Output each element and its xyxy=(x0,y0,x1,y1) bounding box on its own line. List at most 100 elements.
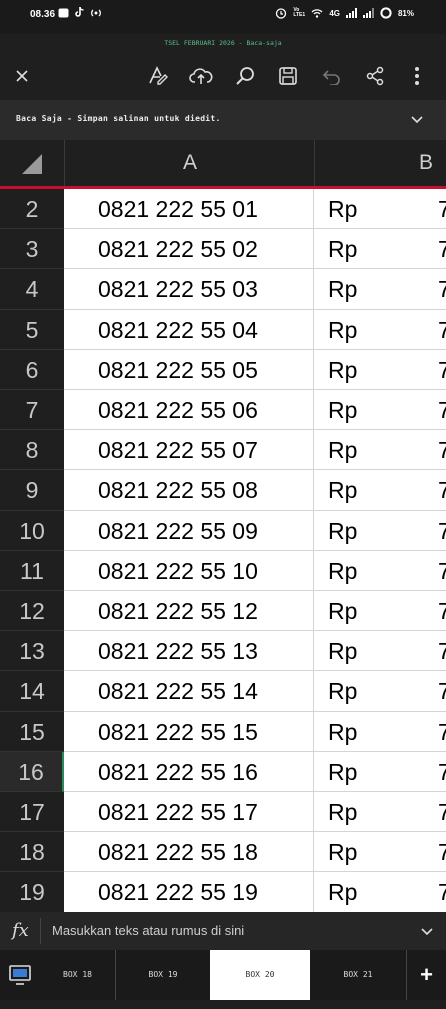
cell-a[interactable]: 0821 222 55 04 xyxy=(64,309,314,350)
table-row: 13 0821 222 55 13 Rp 7 xyxy=(0,631,446,672)
table-row: 12 0821 222 55 12 Rp 7 xyxy=(0,591,446,632)
cell-b[interactable]: Rp 7 xyxy=(314,430,446,471)
cell-b-value-clipped: 7 xyxy=(438,437,446,464)
cell-b[interactable]: Rp 7 xyxy=(314,792,446,833)
cell-a[interactable]: 0821 222 55 10 xyxy=(64,550,314,591)
cell-a[interactable]: 0821 222 55 03 xyxy=(64,269,314,310)
row-header[interactable]: 6 xyxy=(0,349,64,390)
cell-b-value-clipped: 7 xyxy=(438,477,446,504)
cell-b-value-clipped: 7 xyxy=(438,718,446,745)
cell-a[interactable]: 0821 222 55 19 xyxy=(64,872,314,912)
sheet-tab-box-21[interactable]: BOX 21 xyxy=(310,950,406,1000)
cell-a[interactable]: 0821 222 55 18 xyxy=(64,832,314,873)
cell-b-currency: Rp xyxy=(328,397,358,423)
cell-b[interactable]: Rp 7 xyxy=(314,510,446,551)
volte-label: Vo LTE1 xyxy=(293,7,306,18)
cell-b[interactable]: Rp 7 xyxy=(314,550,446,591)
row-header[interactable]: 8 xyxy=(0,430,64,471)
column-header-bar: A B xyxy=(0,140,446,189)
row-header[interactable]: 13 xyxy=(0,631,64,672)
search-icon[interactable] xyxy=(233,64,257,88)
cell-a[interactable]: 0821 222 55 02 xyxy=(64,229,314,270)
cell-b[interactable]: Rp 7 xyxy=(314,671,446,712)
cell-b[interactable]: Rp 7 xyxy=(314,309,446,350)
cell-a[interactable]: 0821 222 55 08 xyxy=(64,470,314,511)
cell-a[interactable]: 0821 222 55 17 xyxy=(64,792,314,833)
status-time: 08.36 xyxy=(30,9,56,20)
row-header[interactable]: 15 xyxy=(0,711,64,752)
column-header-b[interactable]: B xyxy=(314,140,446,186)
row-header[interactable]: 14 xyxy=(0,671,64,712)
share-icon[interactable] xyxy=(363,64,387,88)
cell-b[interactable]: Rp 7 xyxy=(314,751,446,792)
chevron-down-icon[interactable] xyxy=(420,924,434,943)
cell-b[interactable]: Rp 7 xyxy=(314,229,446,270)
cell-b[interactable]: Rp 7 xyxy=(314,832,446,873)
cell-a[interactable]: 0821 222 55 14 xyxy=(64,671,314,712)
cell-b[interactable]: Rp 7 xyxy=(314,189,446,230)
column-header-a[interactable]: A xyxy=(64,140,315,186)
cell-b-value-clipped: 7 xyxy=(438,356,446,383)
row-header[interactable]: 18 xyxy=(0,832,64,873)
row-header[interactable]: 17 xyxy=(0,792,64,833)
cell-b-value-clipped: 7 xyxy=(438,758,446,785)
row-header[interactable]: 3 xyxy=(0,229,64,270)
cell-b[interactable]: Rp 7 xyxy=(314,269,446,310)
formula-input[interactable]: Masukkan teks atau rumus di sini xyxy=(52,923,244,938)
cell-b[interactable]: Rp 7 xyxy=(314,390,446,431)
chevron-down-icon[interactable] xyxy=(410,112,424,131)
undo-icon[interactable] xyxy=(320,64,344,88)
row-header[interactable]: 19 xyxy=(0,872,64,912)
table-row: 2 0821 222 55 01 Rp 7 xyxy=(0,189,446,230)
cell-b-value-clipped: 7 xyxy=(438,799,446,825)
sheet-tab-box-19[interactable]: BOX 19 xyxy=(116,950,210,1000)
row-header[interactable]: 2 xyxy=(0,189,64,230)
close-icon[interactable] xyxy=(10,64,34,88)
table-row: 7 0821 222 55 06 Rp 7 xyxy=(0,390,446,431)
table-row: 6 0821 222 55 05 Rp 7 xyxy=(0,349,446,390)
cell-b[interactable]: Rp 7 xyxy=(314,631,446,672)
row-header[interactable]: 4 xyxy=(0,269,64,310)
cell-a[interactable]: 0821 222 55 09 xyxy=(64,510,314,551)
function-icon[interactable]: fx xyxy=(12,920,29,941)
row-header[interactable]: 9 xyxy=(0,470,64,511)
table-row: 9 0821 222 55 08 Rp 7 xyxy=(0,470,446,511)
cell-b-value-clipped: 7 xyxy=(438,517,446,544)
cell-a[interactable]: 0821 222 55 07 xyxy=(64,430,314,471)
cell-b[interactable]: Rp 7 xyxy=(314,711,446,752)
cell-b-value-clipped: 7 xyxy=(438,879,446,906)
cell-b-value-clipped: 7 xyxy=(438,678,446,705)
cell-a[interactable]: 0821 222 55 15 xyxy=(64,711,314,752)
cell-b-currency: Rp xyxy=(328,477,358,504)
row-header[interactable]: 7 xyxy=(0,390,64,431)
cell-b-currency: Rp xyxy=(328,638,358,665)
spreadsheet-grid[interactable]: 2 0821 222 55 01 Rp 7 3 0821 222 55 02 Rp 7 4 082… xyxy=(0,189,446,912)
row-header[interactable]: 12 xyxy=(0,591,64,632)
save-icon[interactable] xyxy=(276,64,300,88)
sheet-list-icon[interactable] xyxy=(0,950,40,1000)
sheet-tab-box-20[interactable]: BOX 20 xyxy=(210,950,310,1000)
row-header[interactable]: 10 xyxy=(0,510,64,551)
row-header[interactable]: 5 xyxy=(0,309,64,350)
row-header[interactable]: 16 xyxy=(0,751,64,792)
cell-b-currency: Rp xyxy=(328,517,358,544)
add-sheet-button[interactable]: + xyxy=(407,950,446,1000)
cell-a[interactable]: 0821 222 55 05 xyxy=(64,349,314,390)
cell-b[interactable]: Rp 7 xyxy=(314,470,446,511)
cell-b[interactable]: Rp 7 xyxy=(314,349,446,390)
cell-a[interactable]: 0821 222 55 12 xyxy=(64,591,314,632)
row-header[interactable]: 11 xyxy=(0,550,64,591)
cell-a[interactable]: 0821 222 55 01 xyxy=(64,189,314,230)
cell-a[interactable]: 0821 222 55 06 xyxy=(64,390,314,431)
cell-a[interactable]: 0821 222 55 13 xyxy=(64,631,314,672)
select-all-corner[interactable] xyxy=(0,140,64,186)
sheet-tab-box-18[interactable]: BOX 18 xyxy=(40,950,115,1000)
read-only-banner[interactable]: Baca Saja - Simpan salinan untuk diedit. xyxy=(0,100,446,140)
more-icon[interactable] xyxy=(405,64,429,88)
draw-icon[interactable] xyxy=(146,64,170,88)
cell-b[interactable]: Rp 7 xyxy=(314,872,446,912)
cell-a[interactable]: 0821 222 55 16 xyxy=(64,751,314,792)
cloud-upload-icon[interactable] xyxy=(189,64,213,88)
cell-b-currency: Rp xyxy=(328,236,358,263)
cell-b[interactable]: Rp 7 xyxy=(314,591,446,632)
